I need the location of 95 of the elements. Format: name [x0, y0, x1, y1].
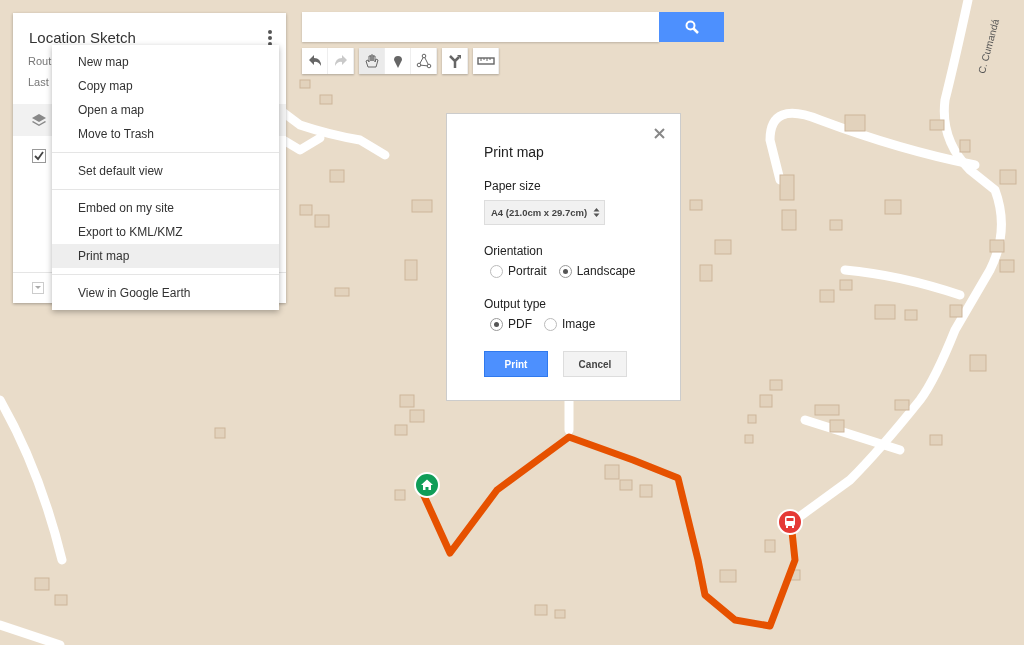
building — [989, 239, 1005, 253]
building — [554, 609, 566, 619]
menu-item[interactable]: Export to KML/KMZ — [52, 220, 279, 244]
layers-icon — [31, 113, 47, 127]
street-label: C. Cumandá — [976, 17, 1002, 75]
building — [299, 79, 311, 89]
building — [334, 287, 350, 297]
map-description: Rout — [27, 54, 52, 67]
building — [894, 399, 910, 411]
building — [969, 354, 987, 372]
marker-tool-button[interactable] — [385, 48, 411, 74]
orientation-label: Orientation — [484, 244, 543, 258]
radio-label[interactable]: Image — [562, 317, 596, 331]
building — [394, 489, 406, 501]
menu-item[interactable]: Embed on my site — [52, 196, 279, 220]
building — [884, 199, 902, 215]
building — [214, 427, 226, 439]
building — [404, 259, 418, 281]
menu-item[interactable]: Print map — [52, 244, 279, 268]
line-icon — [414, 52, 433, 70]
menu-item[interactable]: Move to Trash — [52, 122, 279, 146]
menu-item[interactable]: New map — [52, 50, 279, 74]
last-edited-text: Last — [27, 75, 49, 88]
close-icon — [654, 128, 665, 139]
layer-checkbox[interactable] — [32, 149, 46, 163]
hand-tool-button[interactable] — [359, 48, 385, 74]
building — [604, 464, 620, 480]
radio-label[interactable]: Landscape — [576, 264, 636, 278]
building — [874, 304, 896, 320]
building — [999, 169, 1017, 185]
building — [689, 199, 703, 211]
line-tool-button[interactable] — [411, 48, 437, 74]
cancel-button[interactable]: Cancel — [563, 351, 627, 377]
building — [619, 479, 633, 491]
building — [534, 604, 548, 616]
radio-label[interactable]: PDF — [508, 317, 532, 331]
building — [949, 304, 963, 318]
building — [34, 577, 50, 591]
ruler-tool-button[interactable] — [473, 48, 499, 74]
building — [829, 219, 843, 231]
dialog-title: Print map — [484, 144, 545, 160]
bus-marker-icon[interactable] — [777, 509, 803, 535]
building — [409, 409, 425, 423]
building — [759, 394, 773, 408]
radio-unselected[interactable] — [490, 264, 503, 278]
paper-size-select[interactable]: A4 (21.0cm x 29.7cm) — [484, 200, 606, 225]
building — [929, 434, 943, 446]
building — [781, 209, 797, 231]
building — [929, 119, 945, 131]
building — [399, 394, 415, 408]
building — [719, 569, 737, 583]
building — [819, 289, 835, 303]
home-marker-icon[interactable] — [414, 472, 440, 498]
hand-icon — [362, 52, 381, 70]
radio-selected[interactable] — [558, 264, 572, 278]
radio-selected[interactable] — [490, 317, 503, 331]
building — [319, 94, 333, 105]
output-type-label: Output type — [484, 297, 547, 311]
radio-unselected[interactable] — [544, 317, 557, 331]
search-field[interactable] — [302, 12, 659, 42]
directions-tool-button[interactable] — [442, 48, 468, 74]
building — [699, 264, 713, 282]
close-button[interactable] — [654, 128, 665, 139]
menu-item[interactable]: Set default view — [52, 159, 279, 183]
building — [764, 539, 776, 553]
building — [779, 174, 795, 201]
map-title[interactable]: Location Sketch — [13, 13, 136, 46]
spinner-arrows-icon — [593, 207, 601, 218]
building — [814, 404, 840, 416]
search-button[interactable] — [659, 12, 724, 42]
road — [0, 620, 65, 645]
radio-label[interactable]: Portrait — [508, 264, 547, 278]
building — [769, 379, 783, 391]
paper-size-label: Paper size — [484, 179, 541, 193]
more-options-icon[interactable] — [267, 29, 273, 47]
menu-item[interactable]: Open a map — [52, 98, 279, 122]
menu-item[interactable]: View in Google Earth — [52, 281, 279, 305]
building — [329, 169, 345, 183]
building — [714, 239, 732, 255]
building — [904, 309, 918, 321]
menu-item[interactable]: Copy map — [52, 74, 279, 98]
building — [839, 279, 853, 291]
building — [844, 114, 866, 132]
building — [54, 594, 68, 606]
building — [829, 419, 845, 433]
building — [639, 484, 653, 498]
building — [394, 424, 408, 436]
building — [411, 199, 433, 213]
building — [959, 139, 971, 153]
building — [299, 204, 313, 216]
building — [999, 259, 1015, 273]
search-icon — [684, 20, 699, 34]
building — [789, 569, 801, 581]
undo-tool-button[interactable] — [302, 48, 328, 74]
building — [314, 214, 330, 228]
